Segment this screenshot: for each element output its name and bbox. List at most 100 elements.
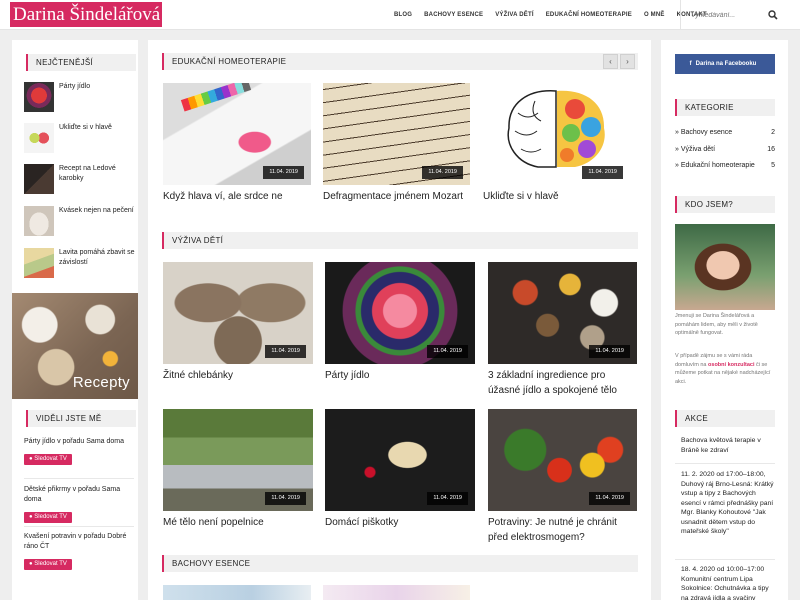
category-name: » Bachovy esence [675,129,733,136]
nav-item-edukacni-homeoterapie[interactable]: EDUKAČNÍ HOMEOTERAPIE [540,0,638,30]
seen-heading: VIDĚLI JSTE MĚ [26,410,136,427]
article-title: 3 základní ingredience pro úžasné jídlo … [488,370,617,396]
main-content: EDUKAČNÍ HOMEOTERAPIE ‹ › 11.04. 2019 Kd… [148,40,651,600]
seen-item-title[interactable]: Dětské přikrmy v pořadu Sama doma [24,485,134,505]
facebook-button-label: Darina na Facebooku [695,61,757,67]
article-image: 11.04. 2019 [163,83,311,185]
recepty-banner[interactable]: Recepty [12,293,138,399]
recepty-banner-label: Recepty [72,374,130,391]
seen-item: Dětské přikrmy v pořadu Sama doma ● Sled… [24,485,134,523]
article-image: 11.04. 2019 [325,409,475,511]
divider [24,478,134,479]
watch-tv-button[interactable]: ● Sledovat TV [24,454,72,465]
watch-tv-button[interactable]: ● Sledovat TV [24,559,72,570]
nav-item-bachovy-esence[interactable]: BACHOVY ESENCE [418,0,489,30]
about-text: Jmenuji se Darina Šindelářová a pomáhám … [675,313,758,336]
watch-tv-button-label: Sledovat TV [34,514,67,520]
category-name: » Výživa dětí [675,146,716,153]
popular-thumbnail [24,248,54,278]
seen-item-title[interactable]: Kvašení potravin v pořadu Dobré ráno ČT [24,532,134,552]
date-badge: 11.04. 2019 [265,345,306,358]
article-image: 11.04. 2019 [163,262,313,364]
search-input[interactable] [691,9,771,21]
date-badge: 11.04. 2019 [422,166,463,179]
event-item[interactable]: 18. 4. 2020 od 10:00–17:00 Komunitní cen… [681,565,775,600]
popular-thumbnail [24,123,54,153]
carousel-next-button[interactable]: › [620,54,635,69]
popular-thumbnail [24,164,54,194]
right-sidebar: f Darina na Facebooku KATEGORIE » Bachovy… [661,40,788,600]
carousel-arrows: ‹ › [603,54,635,69]
author-photo [675,224,775,310]
seen-item: Kvašení potravin v pořadu Dobré ráno ČT … [24,532,134,570]
article-image: 11.04. 2019 [325,262,475,364]
watch-tv-button-label: Sledovat TV [34,456,67,462]
date-badge: 11.04. 2019 [589,345,630,358]
consultation-link[interactable]: osobní konzultaci [708,362,754,368]
article-image [323,585,470,600]
category-name: » Edukační homeoterapie [675,162,755,169]
article-image [163,585,311,600]
main-nav: BLOG BACHOVY ESENCE VÝŽIVA DĚTÍ EDUKAČNÍ… [388,0,713,30]
nav-item-o-mne[interactable]: O MNĚ [638,0,671,30]
popular-item-title: Lavita pomáhá zbavit se závislostí [59,249,135,266]
popular-item[interactable]: Kvásek nejen na pečení [24,206,134,242]
seen-item-title[interactable]: Párty jídlo v pořadu Sama doma [24,437,134,447]
date-badge: 11.04. 2019 [265,492,306,505]
popular-item-title: Párty jídlo [59,83,91,90]
popular-item-title: Recept na Ledové karobky [59,165,116,182]
facebook-icon: f [689,61,692,67]
popular-item[interactable]: Párty jídlo [24,82,134,118]
search-box [680,0,790,30]
crayons-decoration [180,83,252,112]
popular-thumbnail [24,82,54,112]
category-item[interactable]: » Výživa dětí 16 [675,143,775,157]
category-count: 2 [771,129,775,136]
events-heading: AKCE [675,410,775,427]
left-sidebar: NEJČTENĚJŠÍ Párty jídlo Ukliďte si v hla… [12,40,138,600]
divider [675,463,775,464]
article-image: 11.04. 2019 [163,409,313,511]
article-image: 11.04. 2019 [488,262,637,364]
event-item[interactable]: Bachova květová terapie v Bráně ke zdrav… [681,436,775,455]
event-item[interactable]: 11. 2. 2020 od 17:00–18:00, Duhový ráj B… [681,470,775,537]
article-title: Párty jídlo [325,370,370,381]
nav-item-vyziva-deti[interactable]: VÝŽIVA DĚTÍ [489,0,540,30]
category-count: 5 [771,162,775,169]
bach-heading: BACHOVY ESENCE [162,555,638,572]
popular-item-title: Kvásek nejen na pečení [59,207,134,214]
site-logo[interactable]: Darina Šindelářová [10,2,162,27]
about-text-2: V případě zájmu se s vámi ráda domluvím … [675,352,775,386]
categories-heading: KATEGORIE [675,99,775,116]
search-icon[interactable] [768,10,778,20]
date-badge: 11.04. 2019 [263,166,304,179]
article-title: Domácí piškotky [325,517,399,528]
category-item[interactable]: » Edukační homeoterapie 5 [675,159,775,173]
carousel-prev-button[interactable]: ‹ [603,54,618,69]
article-title: Potraviny: Je nutné je chránit před elek… [488,517,617,543]
facebook-button[interactable]: f Darina na Facebooku [675,54,775,74]
homeo-heading: EDUKAČNÍ HOMEOTERAPIE [162,53,638,70]
seen-item: Párty jídlo v pořadu Sama doma ● Sledova… [24,437,134,465]
vyziva-heading: VÝŽIVA DĚTÍ [162,232,638,249]
category-count: 16 [767,146,775,153]
nav-item-blog[interactable]: BLOG [388,0,418,30]
date-badge: 11.04. 2019 [582,166,623,179]
article-title: Když hlava ví, ale srdce ne [163,191,283,202]
popular-item[interactable]: Recept na Ledové karobky [24,164,134,200]
article-image: 11.04. 2019 [483,83,630,185]
article-image: 11.04. 2019 [323,83,470,185]
article-image: 11.04. 2019 [488,409,637,511]
date-badge: 11.04. 2019 [589,492,630,505]
divider [675,559,775,560]
popular-heading: NEJČTENĚJŠÍ [26,54,136,71]
watch-tv-button[interactable]: ● Sledovat TV [24,512,72,523]
site-header: Darina Šindelářová BLOG BACHOVY ESENCE V… [0,0,800,30]
popular-item-title: Ukliďte si v hlavě [59,124,112,131]
popular-item[interactable]: Ukliďte si v hlavě [24,123,134,159]
article-title: Defragmentace jménem Mozart [323,191,464,202]
popular-item[interactable]: Lavita pomáhá zbavit se závislostí [24,248,135,284]
category-item[interactable]: » Bachovy esence 2 [675,126,775,140]
article-title: Žitné chlebánky [163,370,234,381]
date-badge: 11.04. 2019 [427,345,468,358]
